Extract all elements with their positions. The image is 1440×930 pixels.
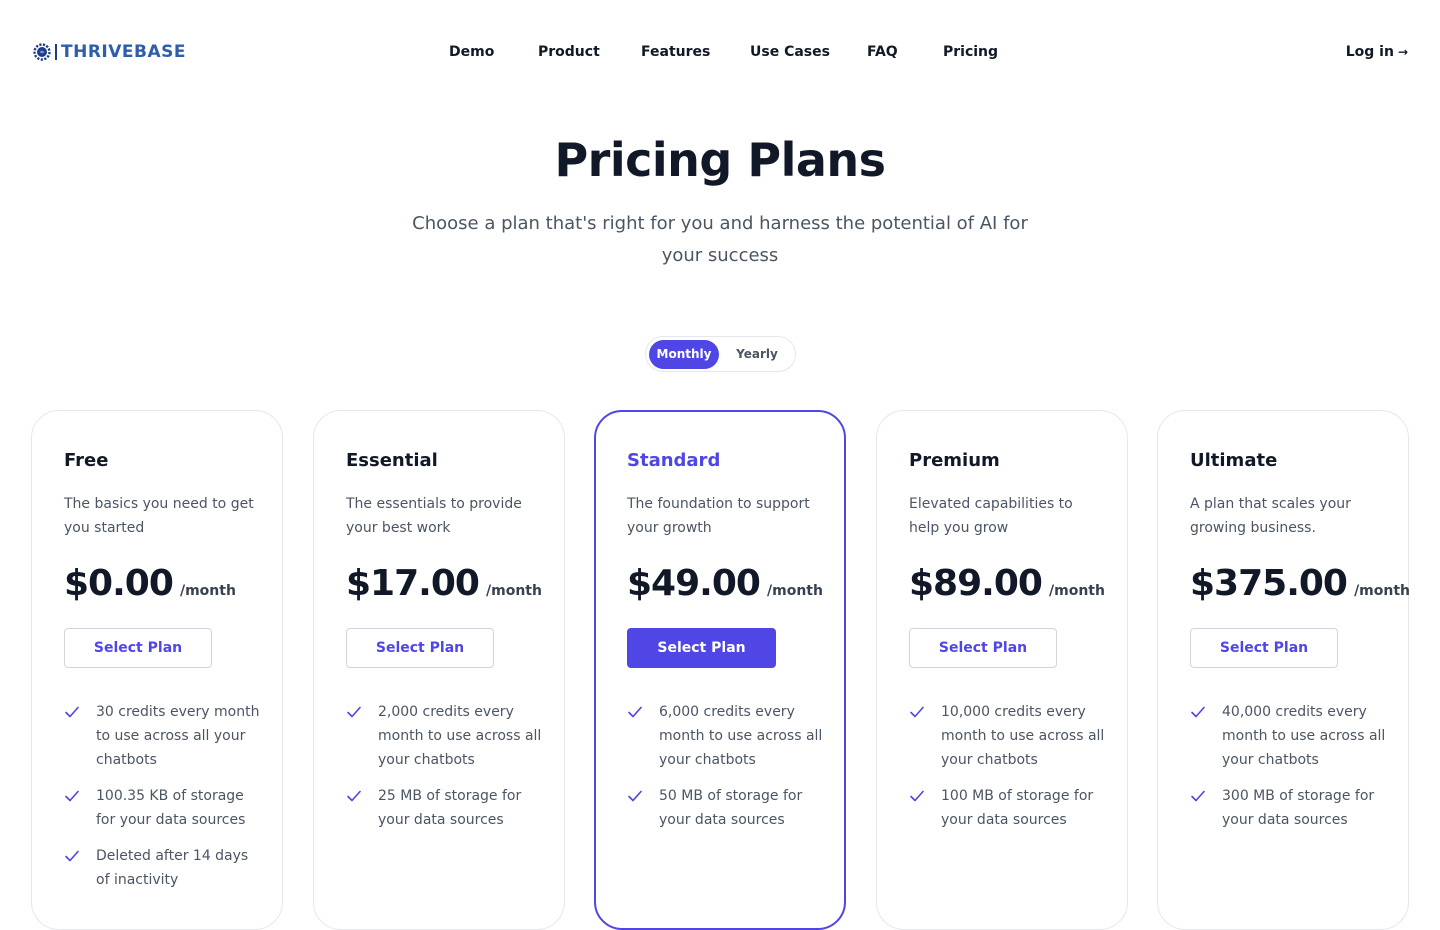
feature-text: 25 MB of storage for your data sources [378,788,522,828]
feature-item: 30 credits every month to use across all… [64,700,260,772]
check-icon [628,706,642,718]
arrow-right-icon: → [1397,45,1408,59]
plan-price: $49.00 /month [627,563,823,604]
price-period: /month [1049,583,1105,599]
feature-item: 10,000 credits every month to use across… [909,700,1105,772]
plan-card-essential: Essential The essentials to provide your… [313,410,565,930]
feature-list: 2,000 credits every month to use across … [346,700,542,844]
price-amount: $49.00 [627,563,761,604]
check-icon [65,850,79,862]
plan-name: Essential [346,450,438,471]
plan-description: The essentials to provide your best work [346,496,522,536]
check-icon [1191,706,1205,718]
plan-description: The basics you need to get you started [64,496,254,536]
plan-description: Elevated capabilities to help you grow [909,496,1073,536]
gear-brain-icon [33,43,51,61]
feature-item: 2,000 credits every month to use across … [346,700,542,772]
page-subtitle: Choose a plan that's right for you and h… [412,213,1028,266]
price-period: /month [486,583,542,599]
toggle-yearly[interactable]: Yearly [722,340,792,369]
feature-text: 2,000 credits every month to use across … [378,704,542,768]
price-period: /month [767,583,823,599]
toggle-monthly[interactable]: Monthly [649,340,719,369]
feature-item: 40,000 credits every month to use across… [1190,700,1386,772]
plan-card-standard: Standard The foundation to support your … [594,410,846,930]
price-period: /month [1354,583,1411,599]
price-amount: $375.00 [1190,563,1348,604]
feature-item: 25 MB of storage for your data sources [346,784,542,832]
plan-name: Ultimate [1190,450,1278,471]
select-plan-button[interactable]: Select Plan [346,628,494,668]
select-plan-button[interactable]: Select Plan [627,628,776,668]
plan-card-ultimate: Ultimate A plan that scales your growing… [1157,410,1410,930]
main-nav: Demo Product Features Use Cases FAQ Pric… [449,42,998,62]
login-link[interactable]: Log in → [1346,42,1408,62]
plan-card-premium: Premium Elevated capabilities to help yo… [876,410,1128,930]
plan-description: A plan that scales your growing business… [1190,496,1351,536]
feature-item: 100 MB of storage for your data sources [909,784,1105,832]
check-icon [1191,790,1205,802]
select-plan-button[interactable]: Select Plan [909,628,1057,668]
nav-item-pricing[interactable]: Pricing [943,42,998,62]
feature-text: 10,000 credits every month to use across… [941,704,1105,768]
feature-text: 30 credits every month to use across all… [96,704,260,768]
billing-toggle: Monthly Yearly [645,336,796,372]
login-label: Log in [1345,44,1394,60]
nav-item-features[interactable]: Features [641,42,750,62]
select-plan-button[interactable]: Select Plan [1190,628,1338,668]
nav-item-faq[interactable]: FAQ [867,42,943,62]
plan-price: $89.00 /month [909,563,1105,604]
feature-text: 6,000 credits every month to use across … [659,704,823,768]
plan-description: The foundation to support your growth [627,496,810,536]
price-amount: $17.00 [346,563,480,604]
feature-text: 50 MB of storage for your data sources [659,788,803,828]
check-icon [910,706,924,718]
price-amount: $89.00 [909,563,1043,604]
price-period: /month [179,583,236,599]
nav-item-use-cases[interactable]: Use Cases [750,42,867,62]
check-icon [628,790,642,802]
brand-name: THRIVEBASE [61,42,186,62]
feature-list: 6,000 credits every month to use across … [627,700,823,844]
brand-logo[interactable]: THRIVEBASE [32,42,186,62]
feature-list: 40,000 credits every month to use across… [1190,700,1386,844]
price-amount: $0.00 [64,563,174,604]
check-icon [65,706,79,718]
feature-list: 30 credits every month to use across all… [64,700,260,904]
plan-price: $17.00 /month [346,563,542,604]
feature-text: 100 MB of storage for your data sources [941,788,1094,828]
feature-item: 100.35 KB of storage for your data sourc… [64,784,260,832]
plan-card-free: Free The basics you need to get you star… [31,410,283,930]
site-header: THRIVEBASE Demo Product Features Use Cas… [0,0,1440,104]
feature-item: Deleted after 14 days of inactivity [64,844,260,892]
feature-text: 300 MB of storage for your data sources [1222,788,1375,828]
plan-price: $375.00 /month [1190,563,1410,604]
feature-text: 40,000 credits every month to use across… [1222,704,1386,768]
check-icon [347,790,361,802]
check-icon [65,790,79,802]
feature-item: 6,000 credits every month to use across … [627,700,823,772]
plan-name: Free [64,450,109,471]
nav-item-demo[interactable]: Demo [449,42,538,62]
pricing-cards: Free The basics you need to get you star… [31,410,1410,930]
plan-price: $0.00 /month [64,563,236,604]
logo-divider [55,44,57,60]
check-icon [347,706,361,718]
feature-text: 100.35 KB of storage for your data sourc… [96,788,246,828]
select-plan-button[interactable]: Select Plan [64,628,212,668]
feature-text: Deleted after 14 days of inactivity [96,848,249,888]
plan-name: Premium [909,450,1000,471]
page-title: Pricing Plans [554,133,886,187]
feature-item: 300 MB of storage for your data sources [1190,784,1386,832]
feature-list: 10,000 credits every month to use across… [909,700,1105,844]
feature-item: 50 MB of storage for your data sources [627,784,823,832]
plan-name: Standard [627,450,721,471]
nav-item-product[interactable]: Product [538,42,641,62]
check-icon [910,790,924,802]
